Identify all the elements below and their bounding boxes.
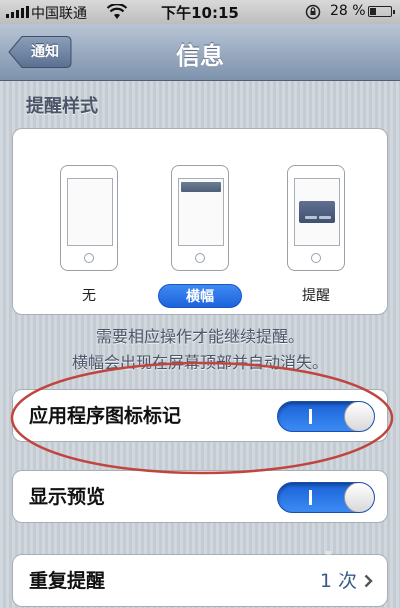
alert-style-option-alert[interactable]: 提醒: [284, 165, 348, 308]
status-bar: 中国联通 下午10:15 28 %: [0, 0, 400, 24]
alert-style-option-none[interactable]: 无: [57, 165, 121, 308]
alert-style-label-none: 无: [82, 288, 96, 304]
show-preview-label: 显示预览: [29, 486, 106, 508]
footnote-line-2: 横幅会出现在屏幕顶部并自动消失。: [71, 353, 328, 372]
battery-fill: [370, 8, 376, 15]
toggle-on-mark: [309, 409, 312, 424]
page-title: 信息: [176, 42, 224, 70]
alert-style-label-alert: 提醒: [302, 288, 330, 304]
toggle-knob: [344, 402, 374, 431]
show-preview-row: 显示预览: [12, 470, 388, 523]
rotation-lock-icon: [305, 4, 321, 20]
badge-app-icon-row: 应用程序图标标记: [12, 389, 388, 442]
phone-preview-none-icon: [60, 165, 118, 271]
badge-app-icon-toggle[interactable]: [277, 401, 375, 432]
toggle-on-mark: [309, 490, 312, 505]
alert-style-option-banner[interactable]: 横幅: [158, 165, 242, 308]
battery-icon: [368, 6, 395, 17]
battery-percent: 28 %: [330, 3, 366, 19]
alert-style-footnote: 需要相应操作才能继续提醒。 横幅会出现在屏幕顶部并自动消失。: [0, 324, 400, 376]
phone-preview-banner-icon: [171, 165, 229, 271]
repeat-alert-label: 重复提醒: [29, 570, 106, 592]
watermark: nd.cn: [289, 547, 388, 582]
toggle-knob: [344, 483, 374, 512]
alert-style-label-banner: 横幅: [158, 284, 242, 308]
phone-preview-alert-icon: [287, 165, 345, 271]
footnote-line-1: 需要相应操作才能继续提醒。: [95, 327, 304, 346]
navigation-bar: 通知 信息: [0, 24, 400, 81]
alert-style-selector: 无 横幅 提醒: [12, 128, 388, 315]
section-header-alert-style: 提醒样式: [26, 96, 98, 117]
badge-app-icon-label: 应用程序图标标记: [29, 405, 182, 427]
show-preview-toggle[interactable]: [277, 482, 375, 513]
